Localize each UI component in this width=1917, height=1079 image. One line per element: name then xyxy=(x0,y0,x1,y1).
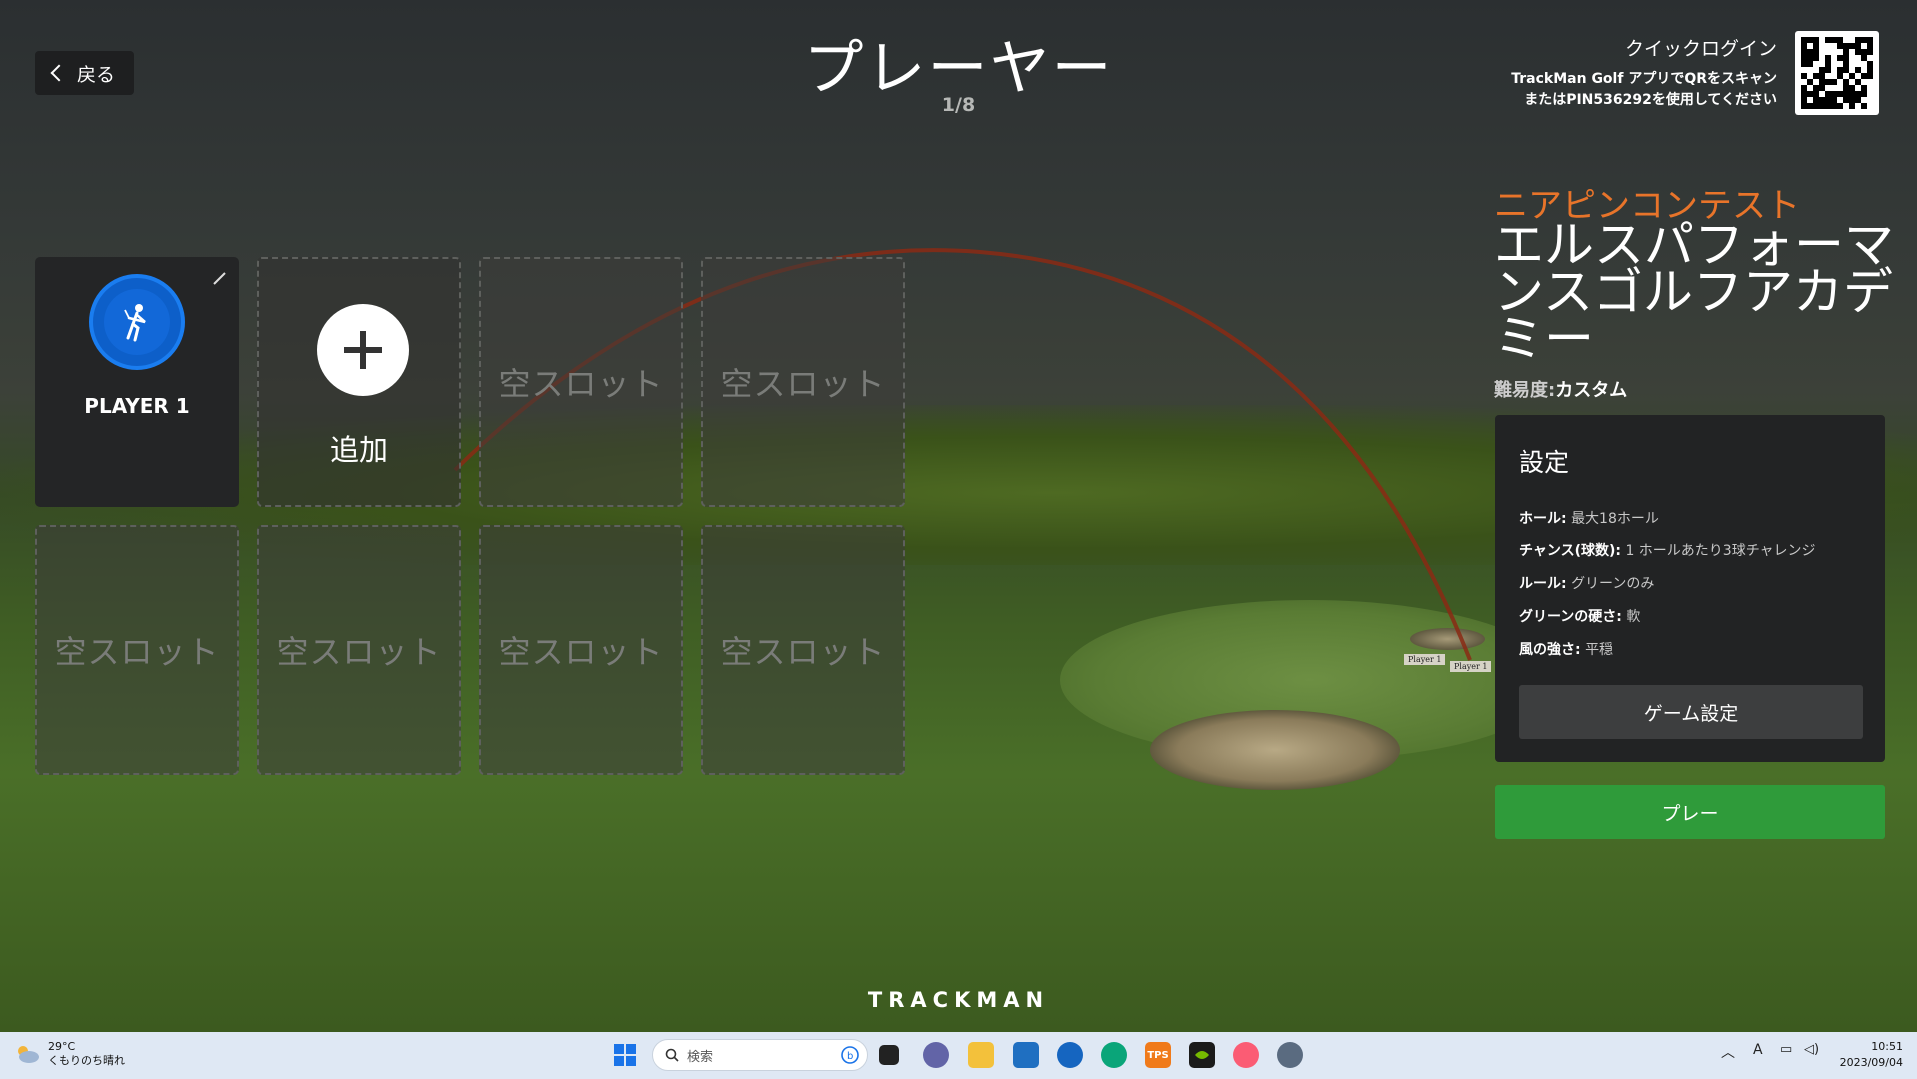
clock-date: 2023/09/04 xyxy=(1839,1056,1903,1069)
search-placeholder: 検索 xyxy=(687,1049,714,1065)
volume-icon[interactable]: ◁) xyxy=(1804,1042,1819,1057)
file-explorer-icon[interactable] xyxy=(968,1042,994,1068)
edge-icon[interactable] xyxy=(1101,1042,1127,1068)
empty-slot-4[interactable]: 空スロット xyxy=(701,257,905,507)
flag-label-2: Player 1 xyxy=(1450,661,1492,672)
golfer-icon xyxy=(124,304,146,342)
settings-gear-icon[interactable] xyxy=(1277,1042,1303,1068)
nvidia-icon[interactable] xyxy=(1189,1042,1215,1068)
qr-code xyxy=(1795,31,1879,115)
weather-condition: くもりのち晴れ xyxy=(48,1054,125,1067)
empty-slot-7[interactable]: 空スロット xyxy=(479,525,683,775)
empty-slot-label: 空スロット xyxy=(720,365,886,403)
setting-chances: チャンス(球数): 1 ホールあたり3球チャレンジ xyxy=(1519,543,1816,559)
edit-pencil-icon[interactable] xyxy=(211,269,229,287)
chevron-up-icon[interactable]: ︿ xyxy=(1721,1042,1735,1062)
setting-rules: ルール: グリーンのみ xyxy=(1519,576,1655,592)
qr-code-pattern xyxy=(1801,37,1873,109)
weather-widget[interactable]: 29°C くもりのち晴れ xyxy=(14,1040,125,1068)
empty-slot-label: 空スロット xyxy=(720,633,886,671)
search-icon xyxy=(665,1048,679,1062)
svg-text:b: b xyxy=(847,1051,853,1062)
chat-icon[interactable] xyxy=(923,1042,949,1068)
quick-login-instruction-2: またはPIN536292を使用してください xyxy=(1524,92,1777,108)
difficulty-value: カスタム xyxy=(1555,380,1628,401)
setting-green-firmness: グリーンの硬さ: 軟 xyxy=(1519,609,1641,625)
itunes-icon[interactable] xyxy=(1233,1042,1259,1068)
clock-time: 10:51 xyxy=(1871,1040,1903,1053)
empty-slot-label: 空スロット xyxy=(54,633,220,671)
settings-panel: 設定 ホール: 最大18ホール チャンス(球数): 1 ホールあたり3球チャレン… xyxy=(1495,415,1885,762)
plus-icon xyxy=(317,304,409,396)
empty-slot-label: 空スロット xyxy=(498,633,664,671)
cloud-sun-icon xyxy=(18,1046,39,1063)
empty-slot-8[interactable]: 空スロット xyxy=(701,525,905,775)
taskbar: 29°C くもりのち晴れ 検索 b TPS ︿ A ▭ ◁) 10:51 202… xyxy=(0,1032,1917,1079)
teamviewer-icon[interactable] xyxy=(1057,1042,1083,1068)
clock[interactable]: 10:51 2023/09/04 xyxy=(1840,1039,1903,1071)
player-name: PLAYER 1 xyxy=(84,394,190,418)
bing-icon: b xyxy=(841,1046,859,1064)
empty-slot-label: 空スロット xyxy=(498,365,664,403)
empty-slot-5[interactable]: 空スロット xyxy=(35,525,239,775)
play-button[interactable]: プレー xyxy=(1495,785,1885,839)
add-player-label: 追加 xyxy=(329,433,388,467)
difficulty: 難易度:カスタム xyxy=(1494,376,1627,402)
ime-indicator[interactable]: A xyxy=(1753,1042,1763,1058)
setting-wind-strength: 風の強さ: 平穏 xyxy=(1519,642,1614,658)
network-icon[interactable]: ▭ xyxy=(1780,1042,1792,1057)
mail-icon[interactable] xyxy=(1013,1042,1039,1068)
windows-start-icon[interactable] xyxy=(612,1042,638,1068)
add-player-slot[interactable]: 追加 xyxy=(257,257,461,507)
task-view-icon[interactable] xyxy=(879,1045,899,1065)
quick-login-title: クイックログイン xyxy=(1624,38,1777,60)
empty-slot-6[interactable]: 空スロット xyxy=(257,525,461,775)
empty-slot-3[interactable]: 空スロット xyxy=(479,257,683,507)
quick-login-instruction-1: TrackMan Golf アプリでQRをスキャン xyxy=(1511,71,1777,87)
player-avatar xyxy=(89,274,185,370)
setting-holes: ホール: 最大18ホール xyxy=(1519,511,1659,527)
trackman-logo: TRACKMAN xyxy=(867,988,1050,1012)
empty-slot-label: 空スロット xyxy=(276,633,442,671)
settings-title: 設定 xyxy=(1519,448,1570,477)
game-settings-button[interactable]: ゲーム設定 xyxy=(1519,685,1863,739)
temperature: 29°C xyxy=(48,1040,76,1053)
tps-app-icon[interactable]: TPS xyxy=(1145,1042,1171,1068)
flag-label-1: Player 1 xyxy=(1404,654,1446,665)
difficulty-label: 難易度: xyxy=(1494,380,1556,401)
contest-name: エルスパフォーマンスゴルフアカデミー xyxy=(1494,216,1894,368)
player-slot-1[interactable]: PLAYER 1 xyxy=(35,257,239,507)
taskbar-search[interactable]: 検索 b xyxy=(652,1039,868,1071)
